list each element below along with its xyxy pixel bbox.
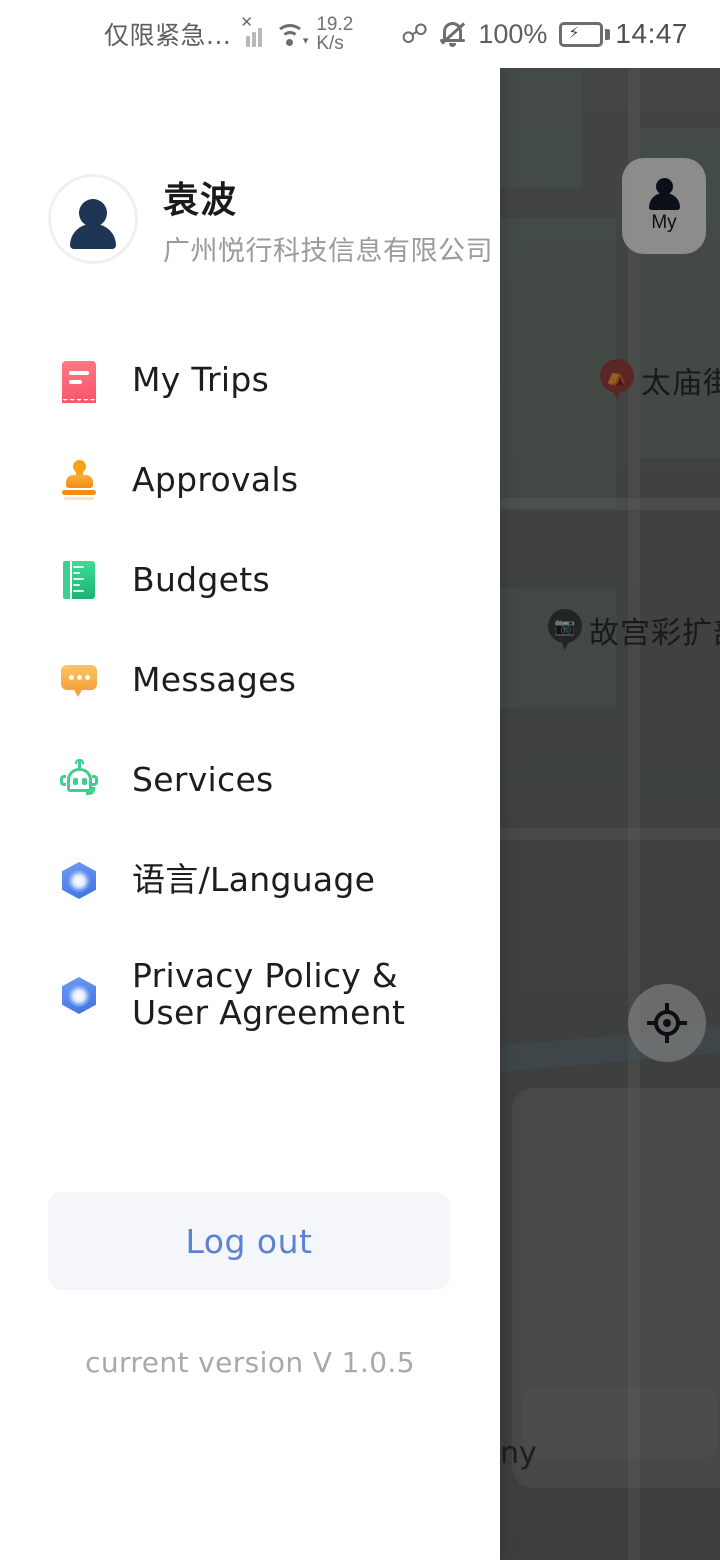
receipt-icon [58, 359, 100, 403]
profile-text: 袁波 广州悦行科技信息有限公司 [163, 171, 493, 268]
menu-item-label: Budgets [132, 559, 270, 599]
person-avatar-icon [79, 199, 107, 227]
avatar[interactable] [48, 174, 138, 264]
status-bar-right: ☍ 100% ⚡ 14:47 [401, 18, 688, 50]
app-version-text: current version V 1.0.5 [85, 1346, 415, 1379]
menu-item-label: Approvals [132, 459, 299, 499]
signal-bars-no-service-icon: ✕ [240, 15, 266, 47]
menu-item-approvals[interactable]: Approvals [0, 430, 500, 530]
hexagon-icon [58, 974, 100, 1016]
bluetooth-icon: ☍ [401, 18, 429, 49]
menu-item-privacy-policy[interactable]: Privacy Policy & User Agreement [0, 930, 500, 1060]
bell-muted-icon [440, 20, 466, 48]
carrier-label: 仅限紧急... [104, 21, 232, 50]
chat-bubble-icon [58, 659, 100, 701]
logout-button[interactable]: Log out [48, 1192, 450, 1290]
menu-item-my-trips[interactable]: My Trips [0, 330, 500, 430]
profile-header[interactable]: 袁波 广州悦行科技信息有限公司 [0, 164, 500, 274]
network-speed-value: 19.2 [316, 13, 354, 35]
battery-percent-label: 100% [478, 18, 548, 49]
drawer-menu: My Trips Approvals Budgets Messages Serv… [0, 330, 500, 1060]
profile-name: 袁波 [163, 179, 238, 221]
menu-item-label: My Trips [132, 359, 270, 399]
stamp-icon [58, 459, 100, 501]
menu-item-label: Messages [132, 659, 297, 699]
logout-button-label: Log out [185, 1221, 313, 1261]
menu-item-language[interactable]: 语言/Language [0, 830, 500, 930]
navigation-drawer: 袁波 广州悦行科技信息有限公司 My Trips Approvals Budge… [0, 68, 500, 1560]
menu-item-budgets[interactable]: Budgets [0, 530, 500, 630]
menu-item-label: Services [132, 759, 274, 799]
status-bar: 仅限紧急... ✕ ▾ 19.2 K/s ☍ 100% ⚡ 14:47 [0, 0, 720, 68]
status-bar-left: 仅限紧急... ✕ ▾ 19.2 K/s [104, 13, 354, 54]
menu-item-messages[interactable]: Messages [0, 630, 500, 730]
clock-label: 14:47 [615, 18, 688, 49]
menu-item-label: Privacy Policy & User Agreement [132, 956, 406, 1032]
app-screen: ⛺ 太庙街 📷 故宫彩扩部 My ny [0, 0, 720, 1560]
ruler-ledger-icon [58, 559, 100, 601]
network-speed-unit: K/s [316, 33, 344, 54]
menu-item-label: 语言/Language [132, 859, 376, 899]
hexagon-icon [58, 859, 100, 901]
profile-company: 广州悦行科技信息有限公司 [163, 235, 493, 267]
wifi-icon: ▾ [275, 22, 308, 47]
battery-charging-icon: ⚡ [559, 21, 611, 47]
menu-item-services[interactable]: Services [0, 730, 500, 830]
network-speed: 19.2 K/s [316, 13, 354, 54]
robot-icon [58, 759, 100, 801]
